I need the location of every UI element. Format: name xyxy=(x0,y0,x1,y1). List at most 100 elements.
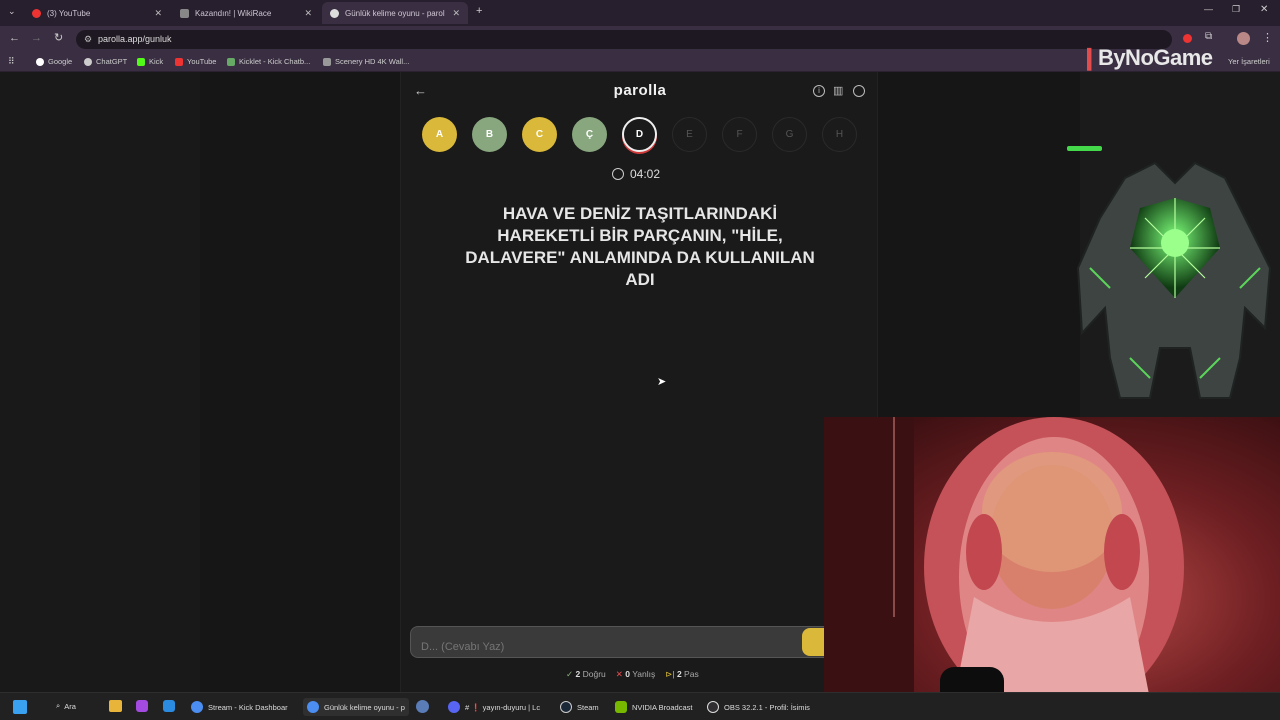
extension-icon[interactable] xyxy=(1183,34,1192,43)
app-icon[interactable] xyxy=(416,700,429,713)
steam-icon xyxy=(560,701,572,713)
site-info-icon[interactable]: ⚙ xyxy=(84,34,92,45)
bookmark-folder[interactable]: Yer İşaretleri xyxy=(1228,57,1270,66)
chrome-icon xyxy=(191,701,203,713)
taskbar-item-discord[interactable]: # ❗ yayın-duyuru | Lc xyxy=(448,701,540,713)
taskbar-item-label: Steam xyxy=(577,702,599,712)
close-icon[interactable]: ✕ xyxy=(304,8,312,19)
logo-text: ByNoGame xyxy=(1097,45,1213,70)
parolla-icon xyxy=(330,8,339,18)
score-stats: ✓ 2 Doğru ✕ 0 Yanlış ⊳| 2 Pas xyxy=(566,669,699,680)
tab-list-icon[interactable]: ⌄ xyxy=(8,6,16,17)
close-icon[interactable]: ✕ xyxy=(154,8,162,19)
tab-youtube[interactable]: (3) YouTube ✕ xyxy=(24,2,170,24)
health-bar xyxy=(1067,146,1102,151)
chrome-icon xyxy=(307,701,319,713)
tab-parolla[interactable]: Günlük kelime oyunu - parolla ✕ xyxy=(322,2,468,24)
bookmark-kick[interactable]: Kick xyxy=(137,57,163,66)
bookmark-label: ChatGPT xyxy=(96,57,128,66)
correct-label: Doğru xyxy=(582,669,606,679)
file-explorer-icon[interactable] xyxy=(109,700,122,712)
taskbar-item-label: NVIDIA Broadcast xyxy=(632,702,693,712)
bookmark-chatgpt[interactable]: ChatGPT xyxy=(84,57,127,66)
letter-c-cedilla: Ç xyxy=(572,117,607,152)
forward-icon[interactable]: → xyxy=(31,32,42,44)
question-text: HAVA VE DENİZ TAŞITLARINDAKİ HAREKETLİ B… xyxy=(465,204,815,289)
bookmark-label: YouTube xyxy=(187,57,217,66)
youtube-icon xyxy=(175,57,183,66)
correct-stat: ✓ 2 Doğru xyxy=(566,669,606,680)
letter-b: B xyxy=(472,117,507,152)
pass-stat: ⊳| 2 Pas xyxy=(665,669,698,680)
profile-avatar[interactable] xyxy=(1237,32,1250,45)
window-close-button[interactable]: ✕ xyxy=(1260,4,1268,15)
scenery-icon xyxy=(323,57,331,66)
taskbar-search-label: Ara xyxy=(64,701,76,711)
menu-icon[interactable]: ⋮ xyxy=(1262,31,1273,44)
minimize-button[interactable]: — xyxy=(1204,4,1213,14)
close-icon[interactable]: ✕ xyxy=(452,8,460,19)
taskbar-search[interactable]: ⌕ Ara xyxy=(56,701,76,711)
bookmark-kicklet[interactable]: Kicklet - Kick Chatb... xyxy=(227,57,310,66)
discord-icon xyxy=(448,701,460,713)
back-arrow-icon[interactable]: ← xyxy=(414,83,427,98)
chatgpt-icon xyxy=(84,57,92,66)
taskbar-item-nvidia[interactable]: NVIDIA Broadcast xyxy=(615,701,692,713)
pass-count: 2 xyxy=(676,669,682,679)
robot-mascot xyxy=(1076,161,1272,399)
webcam-scene xyxy=(824,417,1184,720)
windows-taskbar: ⌕ Ara Stream - Kick Dashboar Günlük kelim… xyxy=(0,692,1280,720)
taskbar-item-steam[interactable]: Steam xyxy=(560,701,599,713)
taskbar-item-obs[interactable]: OBS 32.2.1 - Profil: İsimis xyxy=(707,701,810,713)
bookmark-youtube[interactable]: YouTube xyxy=(175,57,216,66)
bookmark-label: Yer İşaretleri xyxy=(1228,57,1270,66)
app-icon[interactable] xyxy=(136,700,148,712)
search-icon: ⌕ xyxy=(56,701,61,710)
letter-f: F xyxy=(722,117,757,152)
profile-icon[interactable] xyxy=(853,85,865,97)
tab-wikirace[interactable]: Kazandın! | WikiRace ✕ xyxy=(172,2,320,24)
bynogame-logo: ❙ByNoGame xyxy=(1080,45,1213,71)
correct-count: 2 xyxy=(575,669,581,679)
maximize-button[interactable]: ❐ xyxy=(1232,4,1240,15)
youtube-icon xyxy=(32,8,41,18)
letter-d-current: D xyxy=(622,117,657,152)
bookmark-label: Kick xyxy=(149,57,164,66)
info-icon[interactable]: i xyxy=(813,85,825,97)
letter-h: H xyxy=(822,117,857,152)
app-title: parolla xyxy=(613,82,667,99)
kick-icon xyxy=(137,57,145,66)
timer: 04:02 xyxy=(612,167,660,181)
google-icon xyxy=(36,57,44,66)
bookmark-label: Scenery HD 4K Wall... xyxy=(335,57,410,66)
extensions-puzzle-icon[interactable]: ⧉ xyxy=(1205,31,1212,42)
timer-value: 04:02 xyxy=(630,167,661,181)
windows-start-icon[interactable] xyxy=(13,700,27,714)
taskbar-item-label: # ❗ yayın-duyuru | Lc xyxy=(465,702,541,712)
reload-icon[interactable]: ↻ xyxy=(54,31,63,44)
browser-tab-bar: ⌄ (3) YouTube ✕ Kazandın! | WikiRace ✕ G… xyxy=(0,0,1280,26)
answer-input[interactable] xyxy=(410,626,824,658)
bookmark-label: Google xyxy=(48,57,73,66)
wrong-count: 0 xyxy=(625,669,630,679)
letter-c: C xyxy=(522,117,557,152)
submit-button[interactable] xyxy=(802,628,824,656)
flame-icon: ❙ xyxy=(1080,45,1098,70)
letter-a: A xyxy=(422,117,457,152)
letter-e: E xyxy=(672,117,707,152)
url-field[interactable]: ⚙ parolla.app/gunluk xyxy=(76,30,1172,49)
back-icon[interactable]: ← xyxy=(9,32,20,44)
bookmark-scenery[interactable]: Scenery HD 4K Wall... xyxy=(323,57,409,66)
wrong-label: Yanlış xyxy=(632,669,656,679)
url-text: parolla.app/gunluk xyxy=(98,34,172,44)
taskbar-item-stream[interactable]: Stream - Kick Dashboar xyxy=(191,701,288,713)
stats-icon[interactable]: ▥ xyxy=(833,84,843,97)
bookmark-label: Kicklet - Kick Chatb... xyxy=(239,57,311,66)
new-tab-button[interactable]: + xyxy=(476,5,482,17)
apps-icon[interactable]: ⠿ xyxy=(8,56,15,67)
kicklet-icon xyxy=(227,57,235,66)
bookmark-google[interactable]: Google xyxy=(36,57,72,66)
mail-icon[interactable] xyxy=(163,700,175,712)
taskbar-item-parolla[interactable]: Günlük kelime oyunu - p xyxy=(303,698,409,716)
x-icon: ✕ xyxy=(615,669,623,679)
